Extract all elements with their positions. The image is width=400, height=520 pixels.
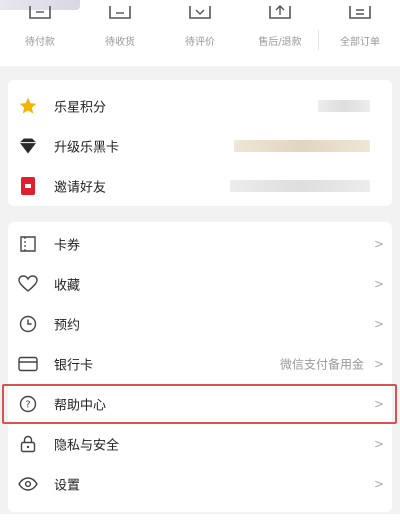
gift-icon: [17, 175, 39, 197]
wallet-icon: [29, 6, 51, 19]
benefit-label: 升级乐黑卡: [54, 140, 120, 156]
benefit-label: 乐星积分: [54, 100, 107, 116]
chevron-right-icon: >: [373, 477, 384, 491]
comment-icon: [189, 6, 211, 19]
menu-item-privacy[interactable]: 隐私与安全 >: [8, 424, 392, 464]
list-icon: [349, 6, 371, 19]
bank-card-icon: [17, 353, 39, 375]
menu-item-bank-card[interactable]: 银行卡 微信支付备用金 >: [8, 344, 392, 384]
menu-label: 设置: [54, 478, 81, 494]
bottom-tab-bar: [0, 514, 400, 520]
chevron-right-icon: >: [373, 237, 384, 251]
svg-text:?: ?: [25, 400, 30, 411]
order-label: 待评价: [185, 37, 215, 48]
bank-card-value: 微信支付备用金: [279, 357, 364, 372]
blurred-value: [234, 140, 370, 152]
benefit-label: 邀请好友: [54, 180, 107, 196]
benefit-upgrade[interactable]: 升级乐黑卡: [8, 126, 392, 166]
menu-item-settings[interactable]: 设置 >: [8, 464, 392, 504]
chevron-right-icon: >: [373, 357, 384, 371]
menu-card: 卡券 > 收藏 > 预约 > 银行卡 微信支付备用金 > ? 帮助中心 > 隐私…: [8, 222, 392, 512]
menu-label: 帮助中心: [54, 398, 107, 414]
order-all[interactable]: 全部订单: [320, 0, 400, 56]
menu-label: 卡券: [54, 238, 81, 254]
diamond-icon: [17, 135, 39, 157]
order-pending-receipt[interactable]: 待收货: [80, 0, 160, 56]
order-label: 待收货: [105, 37, 135, 48]
menu-label: 预约: [54, 318, 81, 334]
menu-item-coupons[interactable]: 卡券 >: [8, 224, 392, 264]
order-label: 待付款: [25, 37, 55, 48]
star-icon: [17, 95, 39, 117]
order-section: 待付款 待收货 待评价 售后/退款 全部订单: [0, 0, 400, 66]
lock-icon: [17, 433, 39, 455]
order-pending-payment[interactable]: 待付款: [0, 0, 80, 56]
menu-item-favorites[interactable]: 收藏 >: [8, 264, 392, 304]
order-label: 全部订单: [340, 37, 380, 48]
benefit-invite[interactable]: 邀请好友: [8, 166, 392, 206]
clock-icon: [17, 313, 39, 335]
benefits-card: 乐星积分 升级乐黑卡 邀请好友: [8, 80, 392, 206]
menu-item-reservations[interactable]: 预约 >: [8, 304, 392, 344]
order-divider: [318, 30, 319, 50]
menu-label: 隐私与安全: [54, 438, 120, 454]
chevron-right-icon: >: [373, 317, 384, 331]
refund-icon: [269, 5, 291, 19]
benefit-points[interactable]: 乐星积分: [8, 86, 392, 126]
order-shortcuts: 待付款 待收货 待评价 售后/退款 全部订单: [0, 0, 400, 56]
order-pending-review[interactable]: 待评价: [160, 0, 240, 56]
menu-label: 银行卡: [54, 358, 94, 374]
menu-item-help-center[interactable]: ? 帮助中心 >: [8, 384, 392, 424]
chevron-right-icon: >: [373, 277, 384, 291]
heart-icon: [17, 273, 39, 295]
truck-icon: [109, 6, 131, 19]
order-label: 售后/退款: [258, 37, 302, 48]
coupon-icon: [17, 233, 39, 255]
blurred-value: [230, 180, 370, 192]
chevron-right-icon: >: [373, 437, 384, 451]
help-icon: ?: [17, 393, 39, 415]
blurred-value: [318, 100, 370, 112]
eye-settings-icon: [17, 473, 39, 495]
menu-label: 收藏: [54, 278, 81, 294]
chevron-right-icon: >: [373, 397, 384, 411]
order-refund[interactable]: 售后/退款: [240, 0, 320, 56]
